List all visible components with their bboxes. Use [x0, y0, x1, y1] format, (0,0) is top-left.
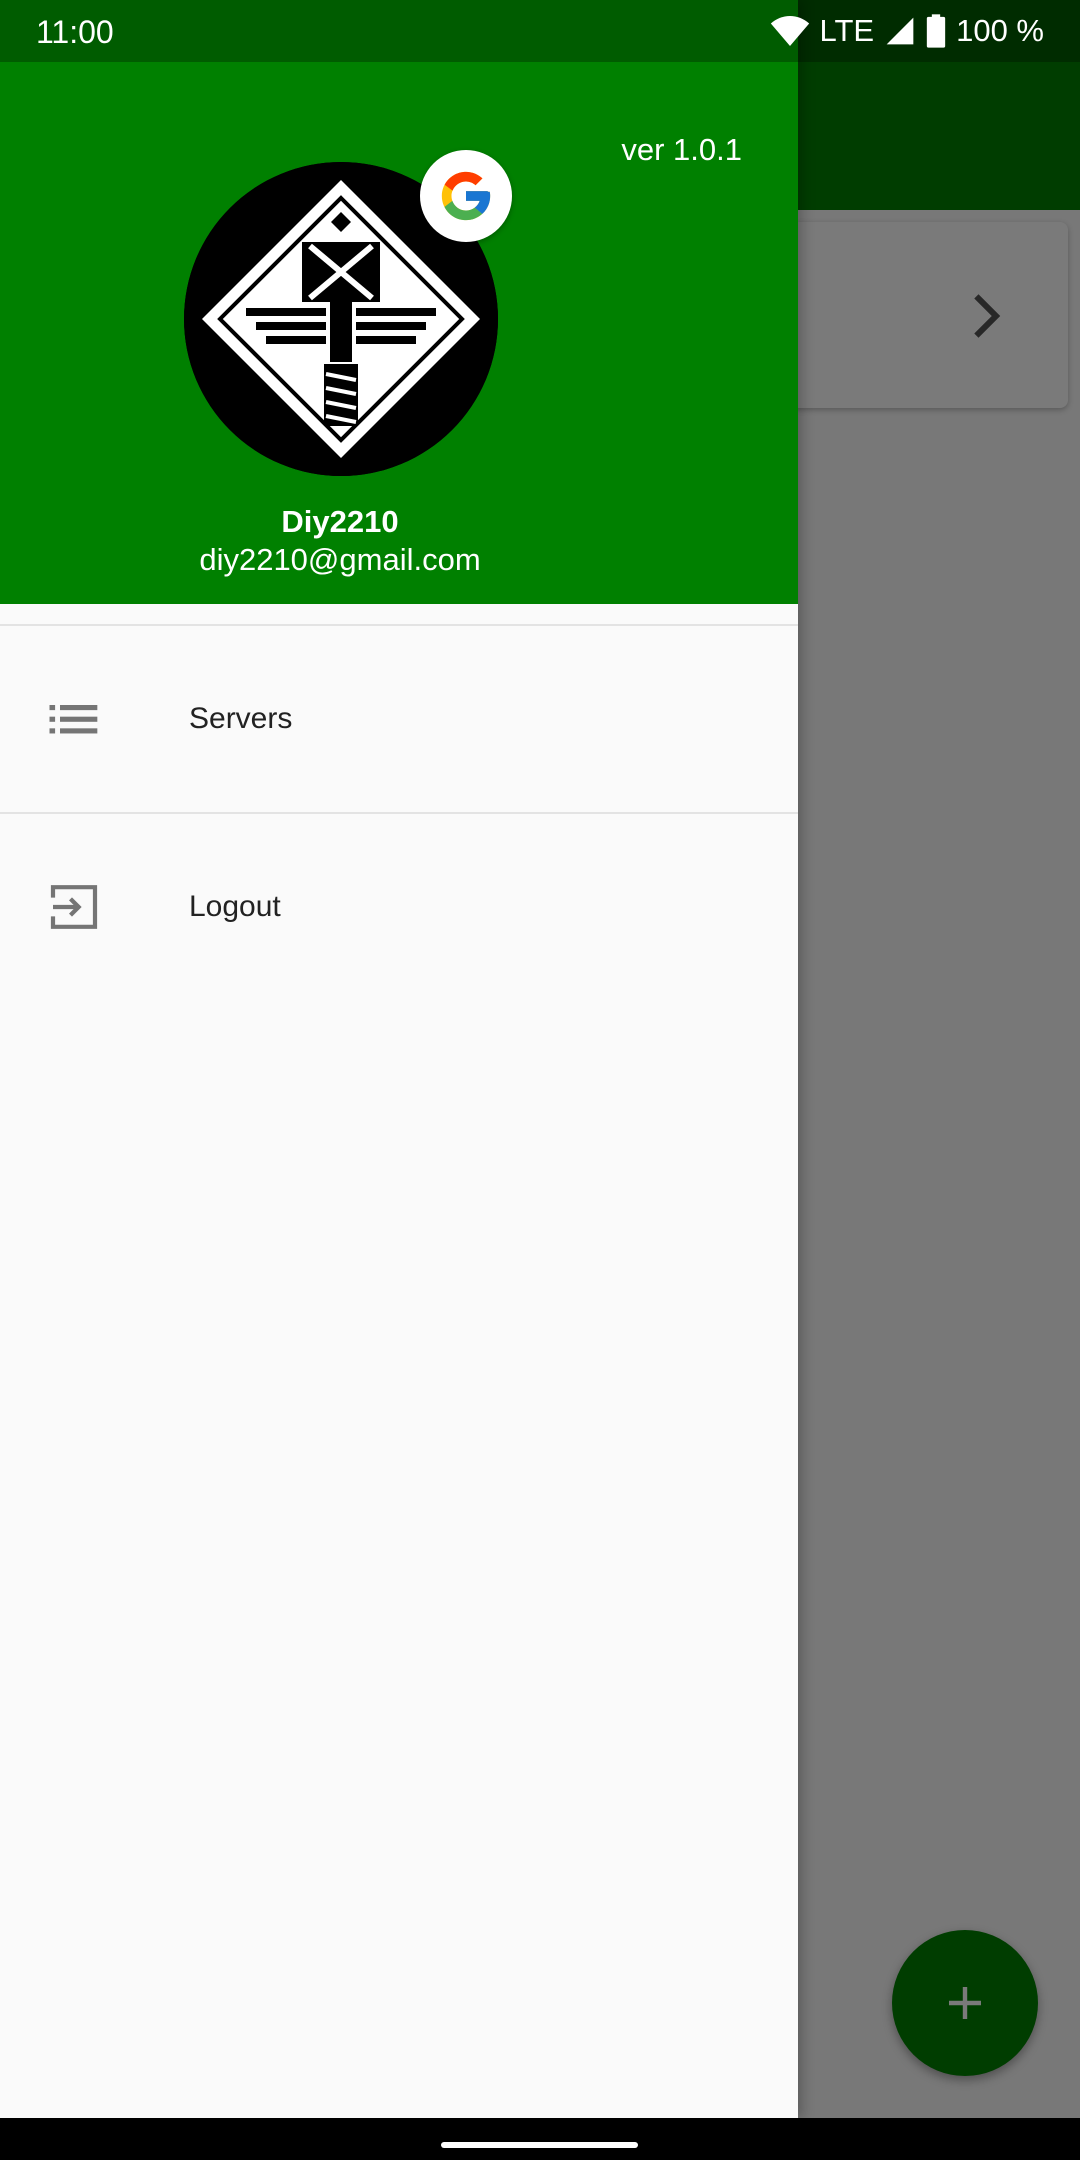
network-type: LTE: [819, 13, 875, 48]
nav-item-logout[interactable]: Logout: [0, 814, 798, 1000]
user-email: diy2210@gmail.com: [199, 542, 481, 577]
system-nav-bar: [0, 2118, 1080, 2160]
battery-level: 100 %: [956, 13, 1044, 48]
screen: 11:00 LTE 100 % ver 1.0.1 Diy2210 diy221…: [0, 0, 1080, 2160]
status-time: 11:00: [36, 14, 114, 50]
status-indicators: LTE 100 %: [770, 11, 1044, 51]
nav-item-label: Logout: [189, 890, 281, 923]
app-version: ver 1.0.1: [621, 132, 742, 167]
wifi-icon: [770, 16, 809, 46]
nav-item-label: Servers: [189, 702, 293, 735]
user-name: Diy2210: [281, 504, 399, 539]
battery-icon: [926, 14, 946, 48]
nav-item-servers[interactable]: Servers: [0, 626, 798, 812]
signal-icon: [886, 17, 914, 45]
home-gesture-handle[interactable]: [441, 2142, 638, 2148]
logout-icon: [50, 885, 98, 929]
list-icon: [49, 705, 98, 734]
google-icon: [441, 171, 491, 221]
google-badge: [420, 150, 512, 242]
drawer-header: ver 1.0.1 Diy2210 diy2210@gmail.com: [0, 0, 798, 604]
status-bar: 11:00 LTE 100 %: [0, 0, 1080, 62]
navigation-drawer: ver 1.0.1 Diy2210 diy2210@gmail.com Serv…: [0, 0, 798, 2118]
